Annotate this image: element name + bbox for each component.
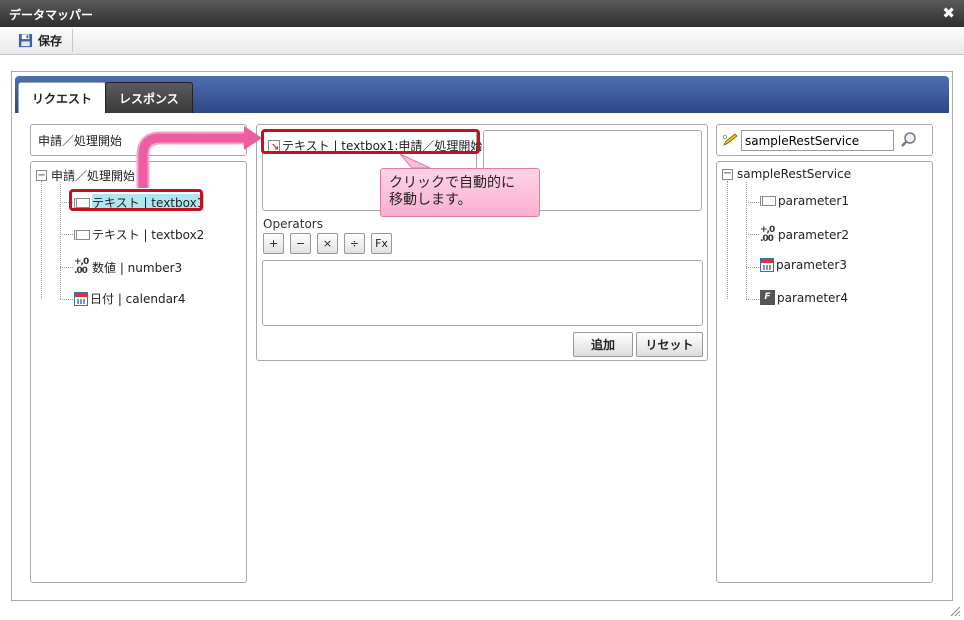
callout-tooltip: クリックで自動的に 移動します。: [380, 168, 540, 217]
highlight-target: [261, 129, 480, 154]
highlight-source: [69, 189, 203, 211]
callout-arrow: [136, 126, 431, 188]
resize-grip-icon[interactable]: [949, 605, 961, 617]
